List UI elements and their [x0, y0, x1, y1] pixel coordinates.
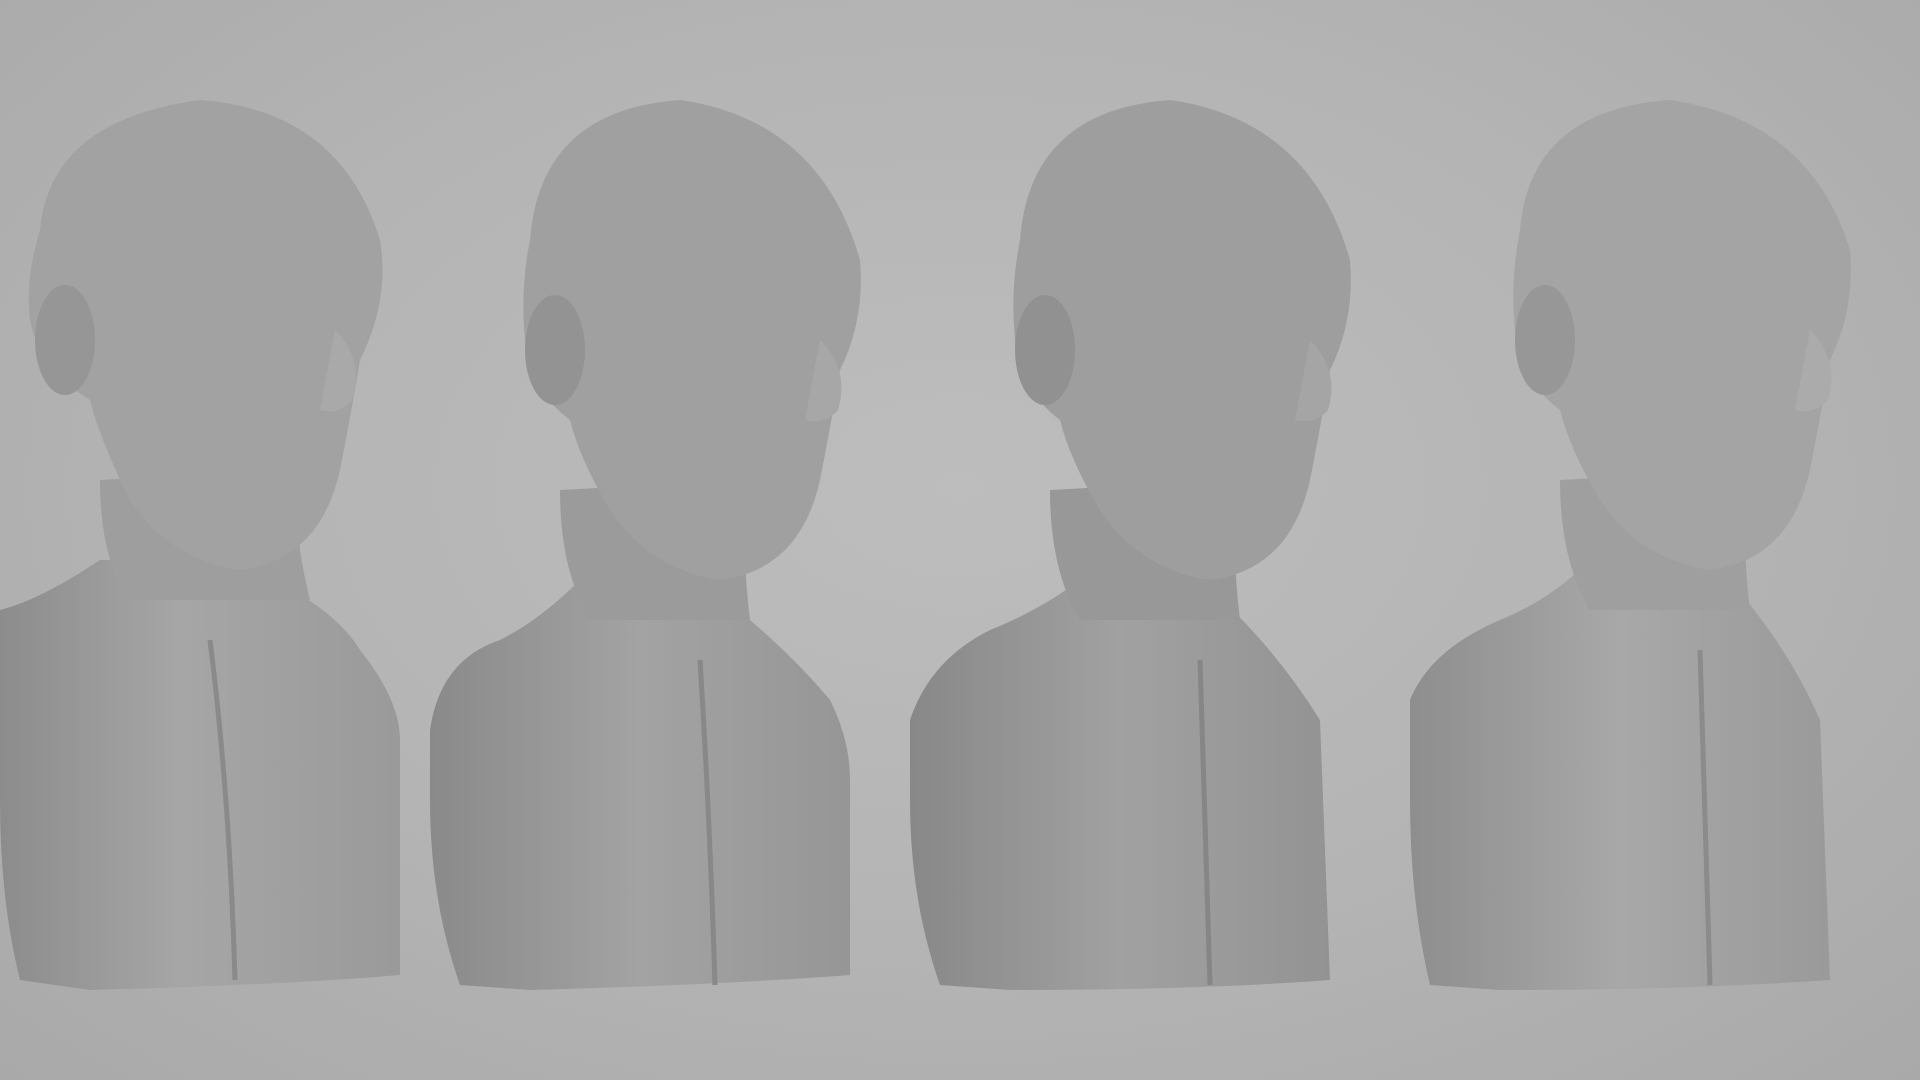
sculpt-bust-3	[900, 0, 1420, 1080]
sculpt-bust-4	[1390, 0, 1910, 1080]
bust-2-shape	[430, 100, 861, 990]
render-viewport	[0, 0, 1920, 1080]
sculpt-bust-2	[420, 0, 940, 1080]
bust-3-shape	[910, 100, 1351, 990]
bust-4-shape	[1410, 100, 1851, 990]
